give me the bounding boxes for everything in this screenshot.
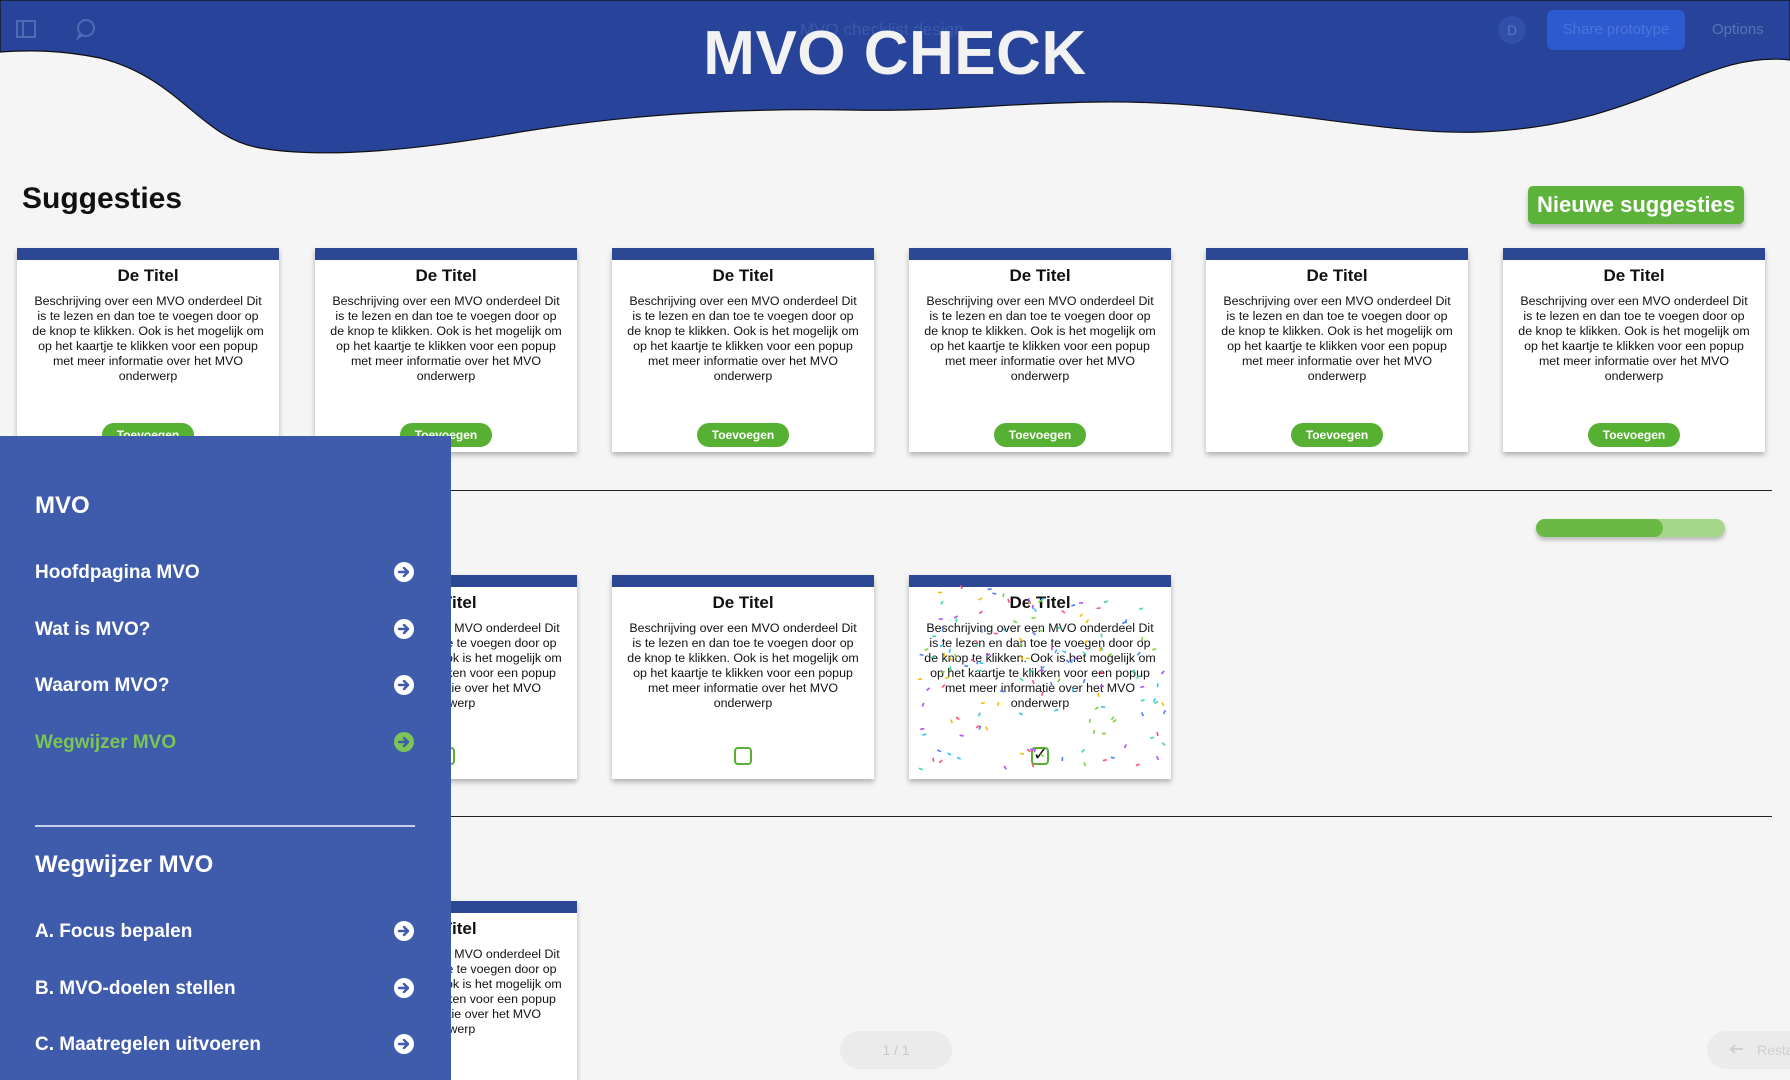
restart-label: Restart xyxy=(1757,1042,1790,1058)
arrow-right-circle-icon xyxy=(394,731,414,752)
sidebar-divider xyxy=(35,825,415,827)
card-description: Beschrijving over een MVO onderdeel Dit … xyxy=(627,294,859,383)
section-divider xyxy=(450,816,1772,817)
suggestion-card[interactable]: De Titel Beschrijving over een MVO onderd… xyxy=(1503,248,1765,452)
card-description: Beschrijving over een MVO onderdeel Dit … xyxy=(924,621,1156,710)
card-title: De Titel xyxy=(712,593,774,612)
suggestion-card[interactable]: De Titel Beschrijving over een MVO onderd… xyxy=(909,248,1171,452)
new-suggestions-button[interactable]: Nieuwe suggesties xyxy=(1528,186,1744,224)
suggestions-heading: Suggesties xyxy=(22,182,183,215)
add-button[interactable]: Toevoegen xyxy=(1588,423,1680,447)
card-title: De Titel xyxy=(1306,266,1368,285)
sidebar-item[interactable]: Wegwijzer MVO xyxy=(35,728,415,758)
restart-arrow-icon xyxy=(1729,1044,1743,1054)
sidebar-item[interactable]: Wat is MVO? xyxy=(35,615,415,645)
sidebar-item-label: A. Focus bepalen xyxy=(35,921,193,942)
sidebar-item-label: Waarom MVO? xyxy=(35,675,170,696)
card-description: Beschrijving over een MVO onderdeel Dit … xyxy=(1518,294,1750,383)
arrow-right-circle-icon xyxy=(394,618,414,639)
card-title: De Titel xyxy=(1009,593,1071,612)
checkbox[interactable] xyxy=(734,747,752,765)
suggestion-card[interactable]: De Titel Beschrijving over een MVO onderd… xyxy=(612,248,874,452)
sidebar-item-label: Wat is MVO? xyxy=(35,618,151,640)
sidebar-item-label: B. MVO-doelen stellen xyxy=(35,977,236,999)
card-title: De Titel xyxy=(117,266,179,285)
page-indicator[interactable]: 1 / 1 xyxy=(840,1031,952,1069)
sidebar-item-label: Hoofdpagina MVO xyxy=(35,562,200,583)
sidebar-heading-wegwijzer: Wegwijzer MVO xyxy=(35,851,214,878)
sidebar-item[interactable]: Waarom MVO? xyxy=(35,671,415,701)
sidebar-heading-mvo: MVO xyxy=(35,492,90,519)
card-description: Beschrijving over een MVO onderdeel Dit … xyxy=(924,294,1156,383)
sidebar-item[interactable]: C. Maatregelen uitvoeren xyxy=(35,1030,415,1060)
card-title: De Titel xyxy=(1009,266,1071,285)
card-description: Beschrijving over een MVO onderdeel Dit … xyxy=(627,621,859,710)
add-button[interactable]: Toevoegen xyxy=(1291,423,1383,447)
page-title: MVO CHECK xyxy=(703,19,1087,88)
sidebar-item[interactable]: Hoofdpagina MVO xyxy=(35,558,415,588)
checklist-card[interactable]: De Titel Beschrijving over een MVO onderd… xyxy=(612,575,874,779)
suggestion-card[interactable]: De Titel Beschrijving over een MVO onderd… xyxy=(315,248,577,452)
checkbox-checked[interactable] xyxy=(1031,744,1049,765)
suggestion-card[interactable]: De Titel Beschrijving over een MVO onderd… xyxy=(17,248,279,452)
arrow-right-circle-icon xyxy=(394,675,414,695)
suggestion-card[interactable]: De Titel Beschrijving over een MVO onderd… xyxy=(1206,248,1468,452)
sidebar-item[interactable]: A. Focus bepalen xyxy=(35,917,415,947)
arrow-right-circle-icon xyxy=(394,977,414,998)
card-description: Beschrijving over een MVO onderdeel Dit … xyxy=(1221,294,1453,383)
sidebar-item-label: Wegwijzer MVO xyxy=(35,731,177,753)
sidebar-menu: MVO Hoofdpagina MVO Wat is MVO? Waarom MVO… xyxy=(0,436,451,1080)
card-description: Beschrijving over een MVO onderdeel Dit … xyxy=(32,294,264,383)
checklist-card[interactable]: De Titel Beschrijving over een MVO onderd… xyxy=(909,575,1171,779)
card-title: De Titel xyxy=(415,266,477,285)
add-button[interactable]: Toevoegen xyxy=(697,423,789,447)
sidebar-item-label: C. Maatregelen uitvoeren xyxy=(35,1034,261,1055)
arrow-right-circle-icon xyxy=(394,562,414,582)
arrow-right-circle-icon xyxy=(394,921,414,941)
section-divider xyxy=(450,490,1772,491)
restart-button[interactable]: Restart xyxy=(1707,1031,1790,1069)
sidebar-item[interactable]: B. MVO-doelen stellen xyxy=(35,974,415,1004)
card-description: Beschrijving over een MVO onderdeel Dit … xyxy=(330,294,562,383)
progress-fill xyxy=(1536,519,1663,537)
progress-bar xyxy=(1536,519,1725,537)
card-title: De Titel xyxy=(1603,266,1665,285)
arrow-right-circle-icon xyxy=(394,1034,414,1054)
card-title: De Titel xyxy=(712,266,774,285)
add-button[interactable]: Toevoegen xyxy=(994,423,1086,447)
